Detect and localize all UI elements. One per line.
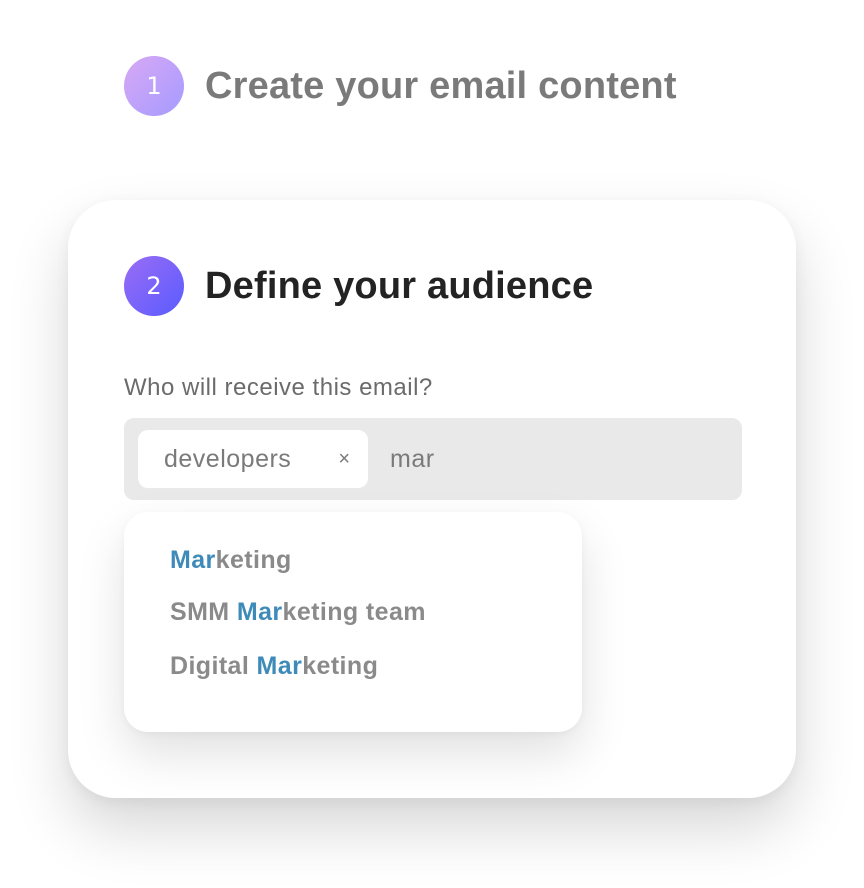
- suggestion-suffix: keting: [215, 546, 292, 574]
- step-2-title: Define your audience: [205, 264, 594, 307]
- suggestion-match: Mar: [236, 598, 283, 626]
- recipient-chip-developers: developers ×: [138, 430, 368, 488]
- suggestion-marketing[interactable]: Marketing: [170, 546, 292, 575]
- audience-card: 2 Define your audience Who will receive …: [68, 200, 796, 798]
- step-2-badge: 2: [124, 256, 184, 316]
- suggestion-suffix: keting: [302, 652, 379, 680]
- suggestion-match: Mar: [170, 546, 216, 574]
- suggestions-dropdown: Marketing SMM Marketing team Digital Mar…: [124, 512, 582, 732]
- step-2-header: 2 Define your audience: [124, 256, 593, 316]
- close-icon[interactable]: ×: [338, 448, 350, 471]
- step-1-header: 1 Create your email content: [124, 56, 677, 116]
- suggestion-smm-marketing-team[interactable]: SMM Marketing team: [170, 598, 426, 627]
- suggestion-prefix: SMM: [170, 598, 237, 626]
- suggestion-digital-marketing[interactable]: Digital Marketing: [170, 652, 378, 681]
- suggestion-suffix: keting team: [282, 598, 426, 626]
- step-1-badge: 1: [124, 56, 184, 116]
- step-1-title: Create your email content: [205, 64, 677, 107]
- recipients-tag-input[interactable]: developers × mar: [124, 418, 742, 500]
- suggestion-prefix: Digital: [170, 652, 257, 680]
- chip-label: developers: [164, 444, 292, 473]
- search-query-text[interactable]: mar: [390, 445, 435, 474]
- audience-prompt-label: Who will receive this email?: [124, 374, 433, 401]
- suggestion-match: Mar: [256, 652, 303, 680]
